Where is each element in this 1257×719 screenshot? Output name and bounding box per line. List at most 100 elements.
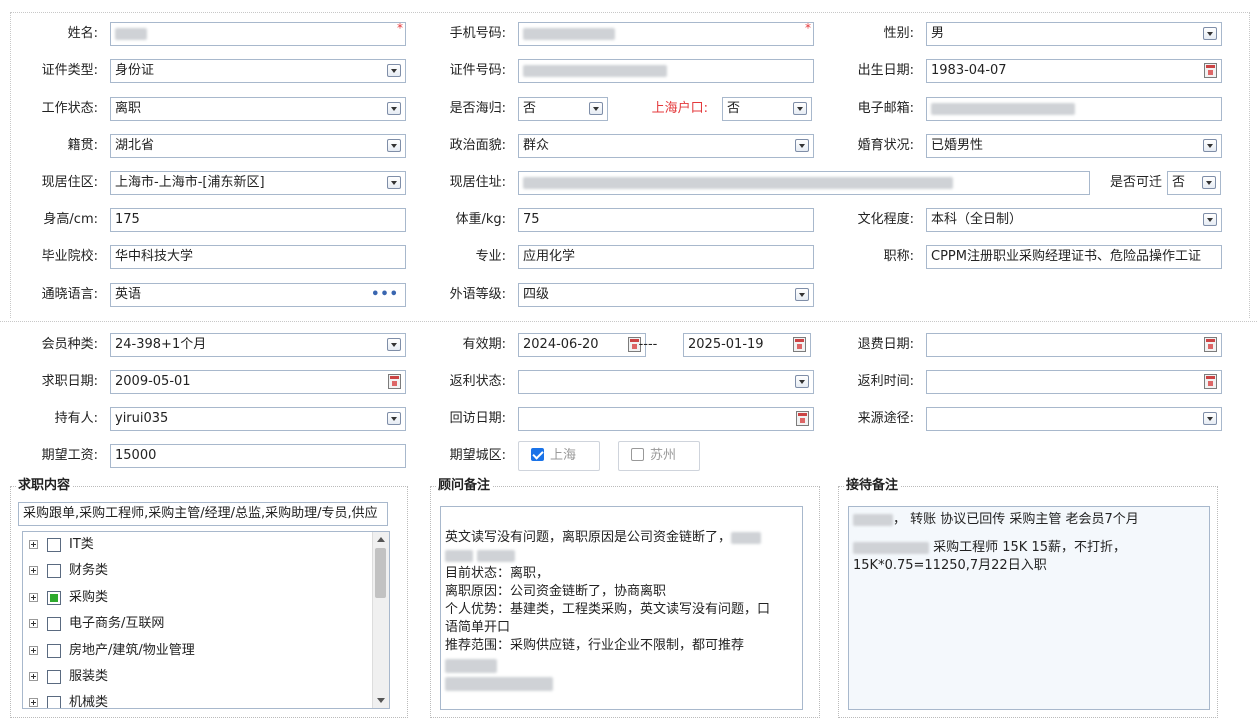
major-field[interactable]: 应用化学 <box>518 245 814 269</box>
chevron-down-icon[interactable] <box>387 412 401 425</box>
tree-item-machinery[interactable]: 机械类 <box>29 693 108 708</box>
check-icon <box>531 448 544 461</box>
chevron-down-icon[interactable] <box>589 102 603 115</box>
checkbox-icon[interactable] <box>47 669 61 684</box>
blurred-name <box>115 27 147 40</box>
tree-item-finance[interactable]: 财务类 <box>29 561 108 581</box>
expand-icon[interactable] <box>29 619 38 628</box>
tree-item-apparel[interactable]: 服装类 <box>29 667 108 687</box>
work-status-select[interactable]: 离职 <box>110 97 406 121</box>
member-type-select[interactable]: 24-398+1个月 <box>110 333 406 357</box>
chevron-down-icon[interactable] <box>1203 213 1217 226</box>
source-label: 来源途径: <box>857 411 914 426</box>
chevron-down-icon[interactable] <box>387 139 401 152</box>
refund-date-field[interactable] <box>926 333 1222 357</box>
scroll-down-icon[interactable] <box>377 698 385 703</box>
checkbox-partial-icon[interactable] <box>47 590 61 605</box>
area-select[interactable]: 上海市-上海市-[浦东新区] <box>110 171 406 195</box>
advisor-notes[interactable]: 英文读写没有问题，离职原因是公司资金链断了， 目前状态：离职， 离职原因：公司资… <box>440 506 803 710</box>
city-suzhou-checkbox[interactable]: 苏州 <box>618 441 700 471</box>
relocate-select[interactable]: 否 <box>1167 171 1221 195</box>
calendar-icon[interactable] <box>796 411 809 426</box>
chevron-down-icon[interactable] <box>387 102 401 115</box>
political-label: 政治面貌: <box>449 138 506 153</box>
name-field[interactable]: * <box>110 22 406 46</box>
chevron-down-icon[interactable] <box>795 288 809 301</box>
tree-item-ecommerce[interactable]: 电子商务/互联网 <box>29 614 164 634</box>
school-field[interactable]: 华中科技大学 <box>110 245 406 269</box>
expand-icon[interactable] <box>29 698 38 707</box>
job-date-field[interactable]: 2009-05-01 <box>110 370 406 394</box>
valid-to-field[interactable]: 2025-01-19 <box>683 333 811 357</box>
id-no-field[interactable] <box>518 59 814 83</box>
lang-level-select[interactable]: 四级 <box>518 283 814 307</box>
native-select[interactable]: 湖北省 <box>110 134 406 158</box>
tree-item-it[interactable]: IT类 <box>29 535 94 555</box>
calendar-icon[interactable] <box>793 337 806 352</box>
advisor-line <box>445 675 798 693</box>
gender-select[interactable]: 男 <box>926 22 1222 46</box>
tree-scrollbar[interactable] <box>372 532 389 708</box>
checkbox-icon[interactable] <box>47 563 61 578</box>
returnee-select[interactable]: 否 <box>518 97 608 121</box>
rebate-time-field[interactable] <box>926 370 1222 394</box>
height-field[interactable]: 175 <box>110 208 406 232</box>
job-summary-field[interactable]: 采购跟单,采购工程师,采购主管/经理/总监,采购助理/专员,供应 <box>18 502 388 526</box>
tree-item-realestate[interactable]: 房地产/建筑/物业管理 <box>29 641 195 661</box>
chevron-down-icon[interactable] <box>387 176 401 189</box>
blurred-text <box>731 531 762 544</box>
chevron-down-icon[interactable] <box>793 102 807 115</box>
weight-field[interactable]: 75 <box>518 208 814 232</box>
salary-field[interactable]: 15000 <box>110 444 406 468</box>
city-shanghai-checkbox[interactable]: 上海 <box>518 441 600 471</box>
visit-date-field[interactable] <box>518 407 814 431</box>
expand-icon[interactable] <box>29 646 38 655</box>
reception-notes[interactable]: ， 转账 协议已回传 采购主管 老会员7个月 采购工程师 15K 15薪，不打折… <box>848 506 1210 710</box>
birth-date-field[interactable]: 1983-04-07 <box>926 59 1222 83</box>
calendar-icon[interactable] <box>1204 337 1217 352</box>
source-select[interactable] <box>926 407 1222 431</box>
title-field[interactable]: CPPM注册职业采购经理证书、危险品操作工证 <box>926 245 1222 269</box>
chevron-down-icon[interactable] <box>795 139 809 152</box>
address-field[interactable] <box>518 171 1090 195</box>
calendar-icon[interactable] <box>388 374 401 389</box>
chevron-down-icon[interactable] <box>387 338 401 351</box>
advisor-line: 个人优势：基建类，工程类采购，英文读写没有问题，口 <box>445 602 771 617</box>
language-field[interactable]: 英语 ••• <box>110 283 406 307</box>
holder-select[interactable]: yirui035 <box>110 407 406 431</box>
more-icon[interactable]: ••• <box>371 288 399 302</box>
hukou-select[interactable]: 否 <box>722 97 812 121</box>
checkbox-icon[interactable] <box>47 537 61 552</box>
education-select[interactable]: 本科（全日制） <box>926 208 1222 232</box>
id-no-label: 证件号码: <box>449 63 506 78</box>
chevron-down-icon[interactable] <box>1202 176 1216 189</box>
school-label: 毕业院校: <box>41 249 98 264</box>
scroll-up-icon[interactable] <box>377 537 385 542</box>
advisor-panel-title: 顾问备注 <box>436 478 493 494</box>
chevron-down-icon[interactable] <box>1203 27 1217 40</box>
expand-icon[interactable] <box>29 540 38 549</box>
expand-icon[interactable] <box>29 593 38 602</box>
calendar-icon[interactable] <box>1204 63 1217 78</box>
scroll-thumb[interactable] <box>375 548 386 598</box>
expand-icon[interactable] <box>29 566 38 575</box>
tree-item-label: IT类 <box>69 537 94 552</box>
phone-field[interactable]: * <box>518 22 814 46</box>
checkbox-icon[interactable] <box>47 643 61 658</box>
calendar-icon[interactable] <box>1204 374 1217 389</box>
chevron-down-icon[interactable] <box>387 64 401 77</box>
political-select[interactable]: 群众 <box>518 134 814 158</box>
email-field[interactable] <box>926 97 1222 121</box>
tree-item-purchasing[interactable]: 采购类 <box>29 588 108 608</box>
chevron-down-icon[interactable] <box>1203 412 1217 425</box>
checkbox-icon[interactable] <box>47 616 61 631</box>
marital-select[interactable]: 已婚男性 <box>926 134 1222 158</box>
marital-value: 已婚男性 <box>931 138 984 153</box>
id-type-select[interactable]: 身份证 <box>110 59 406 83</box>
chevron-down-icon[interactable] <box>1203 139 1217 152</box>
expand-icon[interactable] <box>29 672 38 681</box>
chevron-down-icon[interactable] <box>795 375 809 388</box>
rebate-status-select[interactable] <box>518 370 814 394</box>
visit-label: 回访日期: <box>449 411 506 426</box>
checkbox-icon[interactable] <box>47 695 61 708</box>
